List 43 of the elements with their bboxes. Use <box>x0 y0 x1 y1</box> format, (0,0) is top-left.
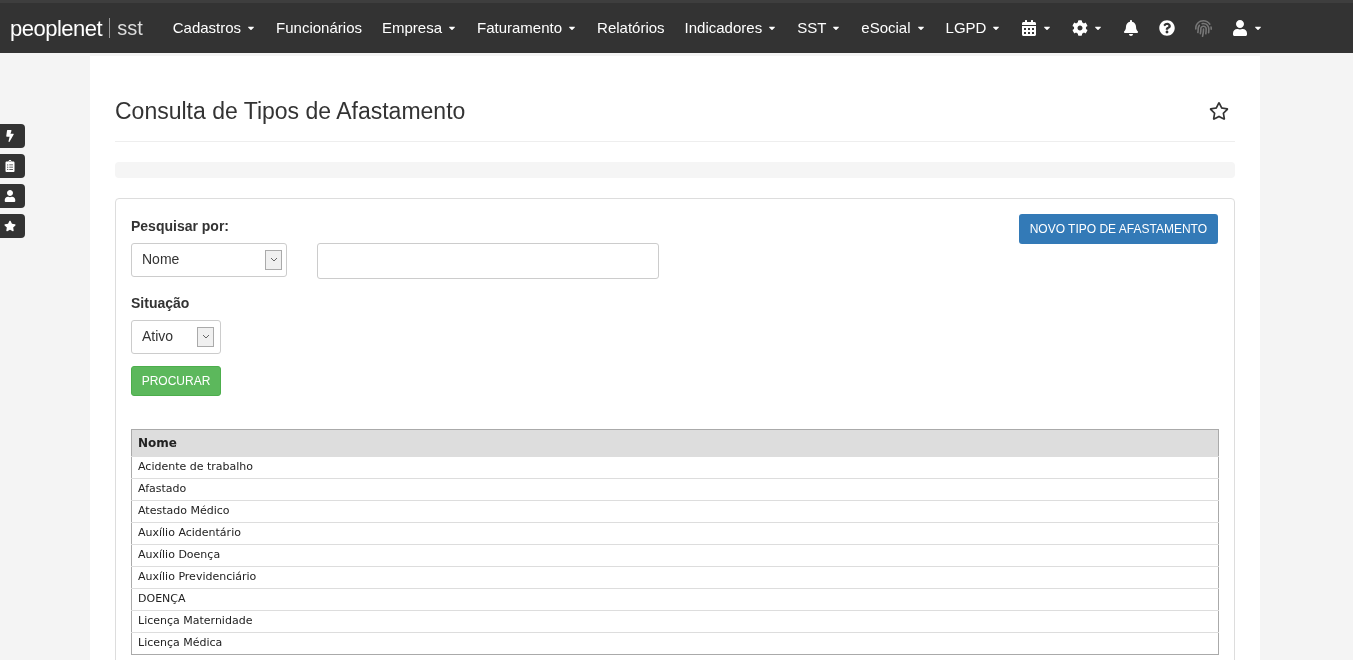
shortcut-button[interactable] <box>0 124 25 148</box>
page-title: Consulta de Tipos de Afastamento <box>115 97 466 126</box>
shortcut-button[interactable] <box>0 214 25 238</box>
nav-menu[interactable]: SST <box>787 8 852 48</box>
chevron-icon <box>197 326 214 347</box>
status-select[interactable]: Ativo <box>131 319 221 354</box>
star-icon <box>4 220 16 232</box>
nav-menu[interactable]: Funcionários <box>266 8 372 48</box>
table-cell: Auxílio Doença <box>131 544 1219 566</box>
table-cell: Licença Maternidade <box>131 610 1219 632</box>
search-field[interactable] <box>317 242 659 279</box>
table-cell: Auxílio Previdenciário <box>131 566 1219 588</box>
favorite-star-icon[interactable] <box>1209 101 1229 122</box>
table-cell: Licença Médica <box>131 632 1219 654</box>
nav-menu[interactable]: LGPD <box>935 8 1012 48</box>
nav-menu[interactable]: Relatórios <box>587 8 675 48</box>
user-icon <box>4 190 16 202</box>
logo[interactable]: peoplenet sst <box>10 11 143 45</box>
logo-brand: peoplenet <box>10 14 103 43</box>
chevron-icon <box>265 249 282 270</box>
search-by-select[interactable]: Nome <box>131 242 287 277</box>
table-cell: Afastado <box>131 478 1219 500</box>
nav-menu[interactable]: Indicadores <box>674 8 788 48</box>
user-icon <box>1232 20 1249 36</box>
new-type-button[interactable]: NOVO TIPO DE AFASTAMENTO <box>1018 213 1218 244</box>
table-cell: DOENÇA <box>131 588 1219 610</box>
field-label: Pesquisar por: <box>131 216 231 236</box>
table-cell: Auxílio Acidentário <box>131 522 1219 544</box>
nav-menu[interactable]: Faturamento <box>467 8 588 48</box>
calendar-icon <box>1021 20 1038 36</box>
clipboard-icon <box>4 160 16 172</box>
field-label: Situação <box>131 293 191 313</box>
logo-product: sst <box>117 16 143 41</box>
nav-menu[interactable]: eSocial <box>851 8 936 48</box>
shortcut-button[interactable] <box>0 184 25 208</box>
table-cell: Atestado Médico <box>131 500 1219 522</box>
table-cell: Acidente de trabalho <box>131 456 1219 478</box>
settings-icon <box>1072 20 1089 36</box>
shortcut-button[interactable] <box>0 154 25 178</box>
column-header: Nome <box>131 429 1219 456</box>
bolt-icon <box>4 130 16 142</box>
nav-menu[interactable]: Cadastros <box>162 8 267 48</box>
nav-menu[interactable]: Empresa <box>372 8 467 48</box>
